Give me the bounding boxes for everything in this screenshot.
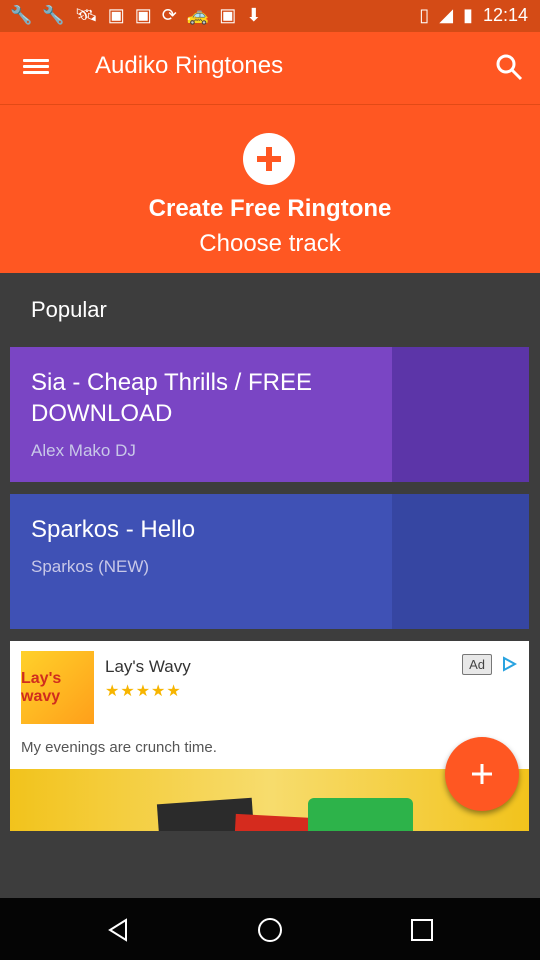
signal-icon: ◢ xyxy=(439,5,454,25)
brand-logo: Lay's wavy xyxy=(21,651,94,724)
wrench-icon: 🔧 xyxy=(42,5,65,25)
wrench-icon: 🔧 xyxy=(10,5,33,25)
rating-stars: ★★★★★ xyxy=(105,683,182,700)
download-icon: ⬇ xyxy=(246,5,262,25)
create-ringtone-title: Create Free Ringtone xyxy=(148,195,392,222)
image-icon: ▣ xyxy=(134,5,152,25)
adchoices-icon[interactable] xyxy=(501,656,518,672)
home-icon[interactable] xyxy=(256,916,284,944)
track-card[interactable]: Sparkos - Hello Sparkos (NEW) xyxy=(10,494,529,629)
status-bar: 🔧 🔧 🛰 ▣ ▣ ⟳ 🚕 ▣ ⬇ ▯ ◢ ▮ 12:14 xyxy=(0,0,540,32)
vibrate-icon: ▯ xyxy=(419,5,430,25)
clock: 12:14 xyxy=(482,5,528,25)
ad-banner[interactable]: Lay's wavy Lay's Wavy ★★★★★ Ad My evenin… xyxy=(10,641,529,831)
search-icon[interactable] xyxy=(494,52,524,82)
hamburger-menu-icon[interactable] xyxy=(23,56,49,78)
ad-badge: Ad xyxy=(462,654,492,675)
back-icon[interactable] xyxy=(104,916,132,944)
system-nav-bar xyxy=(0,898,540,960)
track-artist: Sparkos (NEW) xyxy=(31,557,150,576)
track-artist: Alex Mako DJ xyxy=(31,441,136,460)
popular-heading: Popular xyxy=(31,297,107,322)
battery-icon: ▮ xyxy=(463,5,473,25)
ad-tagline: My evenings are crunch time. xyxy=(21,739,217,756)
choose-track-label: Choose track xyxy=(199,230,341,257)
add-circle-icon[interactable] xyxy=(243,133,295,185)
ad-brand-name: Lay's Wavy xyxy=(105,657,191,676)
app-title: Audiko Ringtones xyxy=(95,52,284,79)
taxi-icon: 🚕 xyxy=(186,5,210,25)
track-title: Sparkos - Hello xyxy=(31,516,196,543)
satellite-icon: 🛰 xyxy=(74,5,98,25)
notification-icons: 🔧 🔧 🛰 ▣ ▣ ⟳ 🚕 ▣ ⬇ xyxy=(10,5,261,26)
image-icon: ▣ xyxy=(107,5,125,25)
app-bar: Audiko Ringtones xyxy=(0,32,540,105)
add-fab-button[interactable] xyxy=(445,737,519,811)
track-title: Sia - Cheap Thrills / FREE DOWNLOAD xyxy=(31,369,312,427)
recents-icon[interactable] xyxy=(408,916,436,944)
track-card[interactable]: Sia - Cheap Thrills / FREE DOWNLOAD Alex… xyxy=(10,347,529,482)
image-icon: ▣ xyxy=(219,5,237,25)
sync-icon: ⟳ xyxy=(161,5,177,25)
create-ringtone-banner[interactable]: Create Free Ringtone Choose track xyxy=(0,105,540,273)
